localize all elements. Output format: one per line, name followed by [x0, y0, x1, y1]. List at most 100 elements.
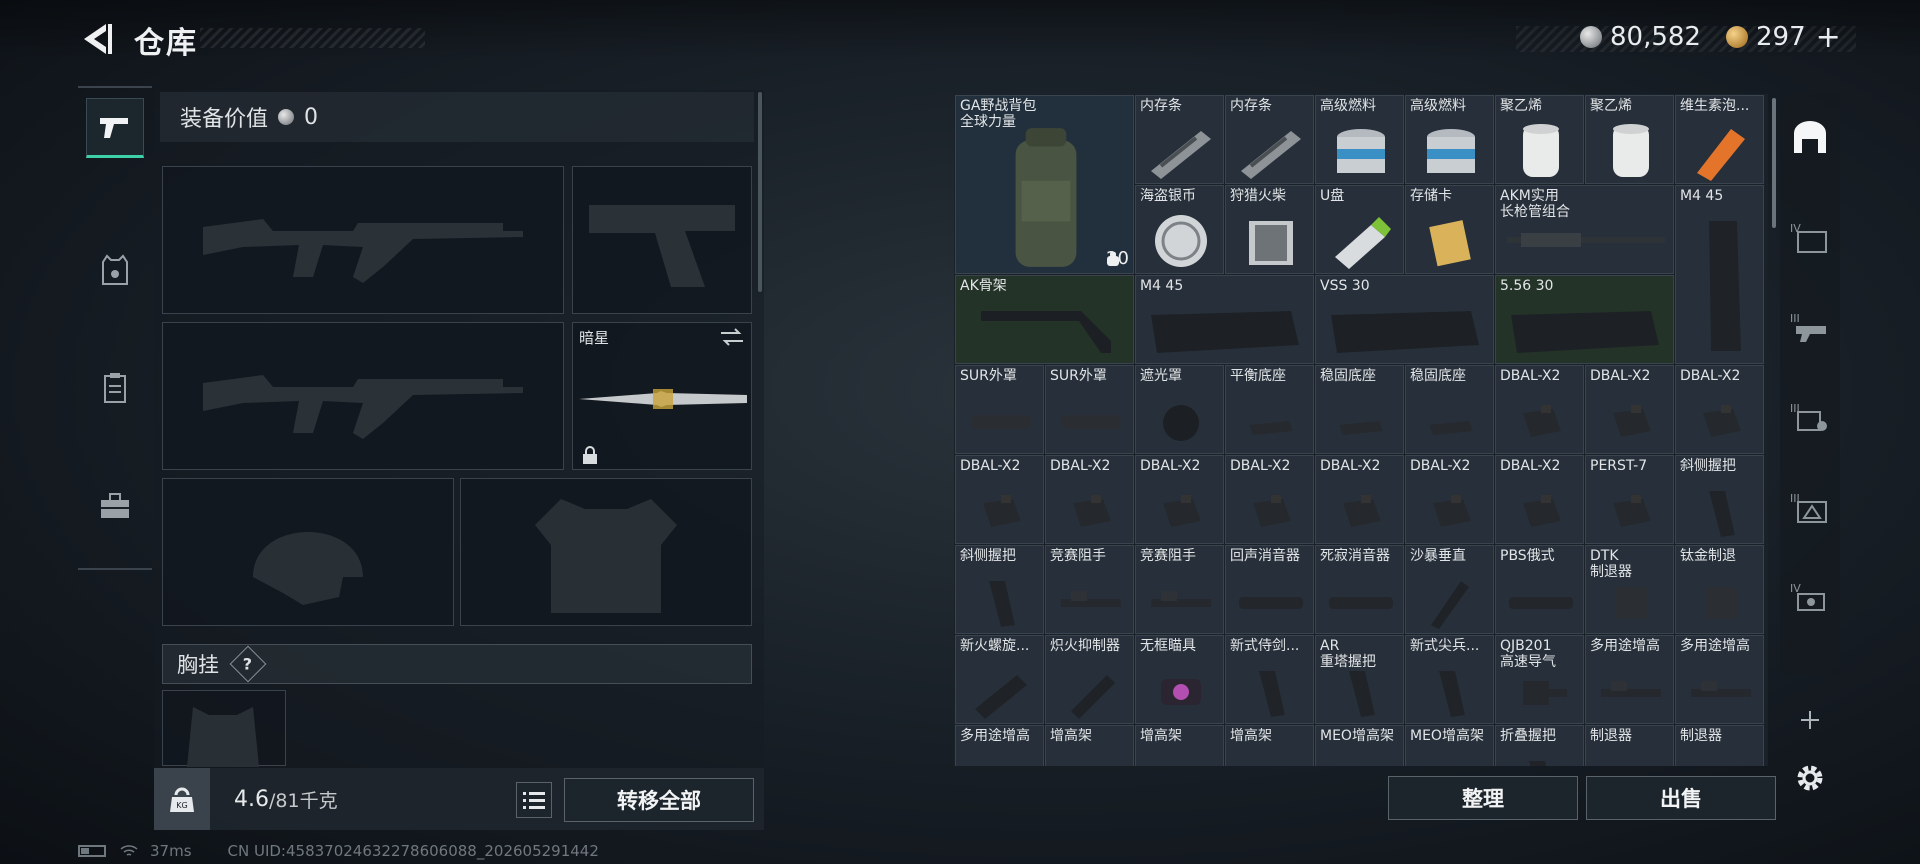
stash-item[interactable]: 稳固底座 — [1405, 365, 1494, 454]
stash-item[interactable]: 制退器 — [1675, 725, 1764, 766]
stash-item[interactable]: 增高架 — [1135, 725, 1224, 766]
stash-item[interactable]: 聚乙烯 — [1585, 95, 1674, 184]
stash-item[interactable]: 高级燃料 — [1405, 95, 1494, 184]
stash-item[interactable]: 多用途增高 — [1675, 635, 1764, 724]
stash-item-name: 内存条 — [1140, 98, 1182, 114]
stash-item[interactable]: AK骨架 — [955, 275, 1134, 364]
stash-item[interactable]: 平衡底座 — [1225, 365, 1314, 454]
melee-slot[interactable]: 暗星 — [572, 322, 752, 470]
rail-mount-icon — [1321, 750, 1401, 766]
stash-item[interactable]: 死寂消音器 — [1315, 545, 1404, 634]
stash-item[interactable]: AKM实用 长枪管组合 — [1495, 185, 1674, 274]
stash-item[interactable]: 新火螺旋... — [955, 635, 1044, 724]
transfer-all-button[interactable]: 转移全部 — [564, 778, 754, 822]
stash-item[interactable]: 高级燃料 — [1315, 95, 1404, 184]
stash-item[interactable]: 斜侧握把 — [955, 545, 1044, 634]
stash-item[interactable]: DBAL-X2 — [1135, 455, 1224, 544]
stash-item[interactable]: 新式侍剑... — [1225, 635, 1314, 724]
svg-text:KG: KG — [176, 801, 187, 810]
stash-item[interactable]: DBAL-X2 — [1315, 455, 1404, 544]
stash-item[interactable]: DBAL-X2 — [1675, 365, 1764, 454]
stash-item[interactable]: 聚乙烯 — [1495, 95, 1584, 184]
help-icon[interactable]: ? — [229, 645, 267, 683]
stash-page-3a-tab[interactable]: III — [1780, 292, 1840, 362]
stash-item[interactable]: 稳固底座 — [1315, 365, 1404, 454]
stash-home-tab[interactable] — [1780, 102, 1840, 172]
stash-page-4b-tab[interactable]: IV — [1780, 562, 1840, 632]
stash-item[interactable]: 回声消音器 — [1225, 545, 1314, 634]
stash-item[interactable]: 斜侧握把 — [1675, 455, 1764, 544]
stash-item[interactable]: DBAL-X2 — [1045, 455, 1134, 544]
stash-item[interactable]: DBAL-X2 — [1225, 455, 1314, 544]
stash-page-4-tab[interactable]: IV — [1780, 202, 1840, 272]
stash-item[interactable]: PBS俄式 — [1495, 545, 1584, 634]
stash-item[interactable]: SUR外罩 — [955, 365, 1044, 454]
stash-item[interactable]: DBAL-X2 — [955, 455, 1044, 544]
stash-item[interactable]: 制退器 — [1585, 725, 1674, 766]
stash-item[interactable]: 炽火抑制器 — [1045, 635, 1134, 724]
chest-rig-slot[interactable] — [162, 690, 286, 767]
stash-item[interactable]: 狩猎火柴 — [1225, 185, 1314, 274]
stash-item[interactable]: DBAL-X2 — [1495, 365, 1584, 454]
stash-item[interactable]: MEO增高架 — [1405, 725, 1494, 766]
add-stash-page-button[interactable] — [1780, 685, 1840, 755]
stash-item[interactable]: 存储卡 — [1405, 185, 1494, 274]
stash-item[interactable]: 竞赛阻手 — [1045, 545, 1134, 634]
stash-item[interactable]: 内存条 — [1135, 95, 1224, 184]
stash-item[interactable]: 遮光罩 — [1135, 365, 1224, 454]
pistol-slot[interactable] — [572, 166, 752, 314]
grip-icon — [1349, 671, 1375, 717]
list-view-button[interactable] — [516, 782, 552, 818]
stash-item[interactable]: 新式尖兵... — [1405, 635, 1494, 724]
stash-item[interactable]: 5.56 30 — [1495, 275, 1674, 364]
settings-button[interactable] — [1780, 748, 1840, 808]
stash-item[interactable]: DTK 制退器 — [1585, 545, 1674, 634]
stash-item[interactable]: DBAL-X2 — [1495, 455, 1584, 544]
stash-item[interactable]: 多用途增高 — [955, 725, 1044, 766]
stash-item[interactable]: QJB201 高速导气 — [1495, 635, 1584, 724]
loadout-scrollbar[interactable] — [758, 92, 762, 292]
stash-item[interactable]: GA野战背包 全球力量20 — [955, 95, 1134, 274]
stash-item[interactable]: 无框瞄具 — [1135, 635, 1224, 724]
nav-chest-rig[interactable] — [86, 358, 144, 418]
stash-page-3b-tab[interactable]: III — [1780, 382, 1840, 452]
sell-button[interactable]: 出售 — [1586, 776, 1776, 820]
stash-item[interactable]: AR 重塔握把 — [1315, 635, 1404, 724]
add-currency-button[interactable]: + — [1816, 20, 1841, 55]
helmet-slot[interactable] — [162, 478, 454, 626]
stash-page-3c-tab[interactable]: III — [1780, 472, 1840, 542]
stash-item[interactable]: VSS 30 — [1315, 275, 1494, 364]
primary-weapon-slot[interactable] — [162, 166, 564, 314]
stash-item[interactable]: 竞赛阻手 — [1135, 545, 1224, 634]
stash-item-name: MEO增高架 — [1410, 728, 1484, 744]
stash-item[interactable]: 海盗银币 — [1135, 185, 1224, 274]
stash-item[interactable]: DBAL-X2 — [1405, 455, 1494, 544]
sort-button[interactable]: 整理 — [1388, 776, 1578, 820]
tactical-laser-icon — [1613, 405, 1651, 437]
stash-item[interactable]: DBAL-X2 — [1585, 365, 1674, 454]
stash-item[interactable]: M4 45 — [1675, 185, 1764, 364]
nav-weapons[interactable] — [86, 98, 144, 158]
stash-item[interactable]: 增高架 — [1045, 725, 1134, 766]
back-arrow-icon[interactable] — [78, 20, 112, 58]
user-uid: CN UID:45837024632278606088_202605291442 — [227, 842, 599, 860]
stash-item[interactable]: U盘 — [1315, 185, 1404, 274]
stash-item[interactable]: SUR外罩 — [1045, 365, 1134, 454]
stash-item[interactable]: PERST-7 — [1585, 455, 1674, 544]
swap-icon[interactable] — [719, 327, 745, 347]
stash-item[interactable]: 维生素泡... — [1675, 95, 1764, 184]
stash-scrollbar[interactable] — [1772, 98, 1776, 228]
stash-item[interactable]: MEO增高架 — [1315, 725, 1404, 766]
stash-item[interactable]: 多用途增高 — [1585, 635, 1674, 724]
stash-item[interactable]: 增高架 — [1225, 725, 1314, 766]
secondary-weapon-slot[interactable] — [162, 322, 564, 470]
armor-slot[interactable] — [460, 478, 752, 626]
stash-item[interactable]: 折叠握把 — [1495, 725, 1584, 766]
nav-armor[interactable] — [86, 240, 144, 300]
stash-item[interactable]: 钛金制退 — [1675, 545, 1764, 634]
stash-item[interactable]: 内存条 — [1225, 95, 1314, 184]
stash-item[interactable]: M4 45 — [1135, 275, 1314, 364]
stash-item-name: DBAL-X2 — [1320, 458, 1381, 474]
stash-item[interactable]: 沙暴垂直 — [1405, 545, 1494, 634]
nav-toolbox[interactable] — [86, 476, 144, 536]
